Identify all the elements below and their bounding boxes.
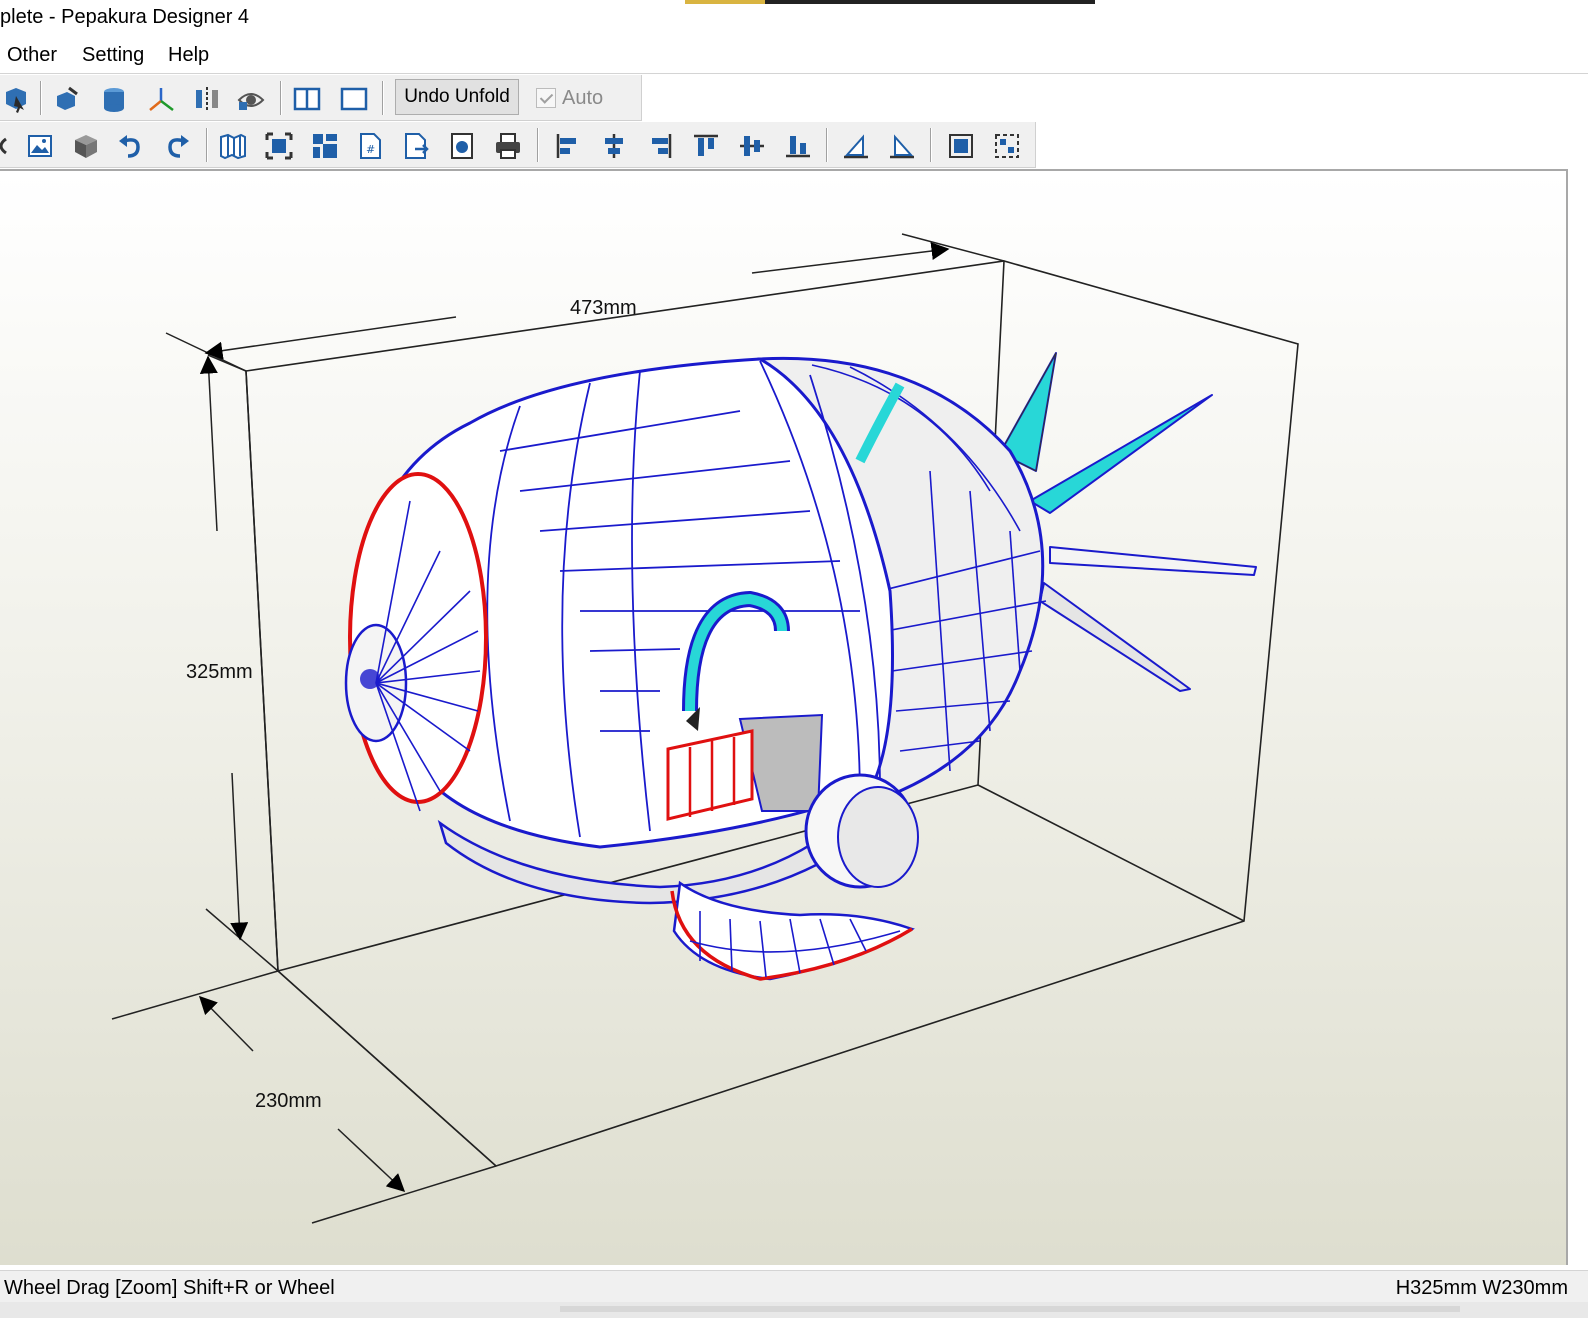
width-dimension-label: 473mm <box>570 297 637 319</box>
window-title: plete - Pepakura Designer 4 <box>0 6 250 28</box>
box-icon[interactable] <box>69 129 103 163</box>
select-cursor-icon[interactable] <box>0 82 34 116</box>
depth-dimension-label: 230mm <box>255 1090 322 1112</box>
flip-right-icon[interactable] <box>885 129 919 163</box>
redo-icon[interactable] <box>160 129 194 163</box>
auto-checkbox[interactable]: Auto <box>536 85 603 111</box>
page-export-icon[interactable] <box>399 129 433 163</box>
height-dimension-label: 325mm <box>186 661 253 683</box>
toolbar-separator <box>280 81 282 115</box>
status-model-size: H325mm W230mm <box>1395 1277 1568 1299</box>
ungroup-icon[interactable] <box>990 129 1024 163</box>
toolbar-separator <box>382 81 384 115</box>
auto-checkbox-box[interactable] <box>536 88 556 108</box>
toolbar-primary: Undo Unfold Auto <box>0 75 642 121</box>
paint-bucket-icon[interactable] <box>49 82 83 116</box>
group-icon[interactable] <box>944 129 978 163</box>
svg-text:#: # <box>366 143 375 156</box>
toolbar-separator <box>206 128 208 162</box>
align-right-icon[interactable] <box>643 129 677 163</box>
align-top-icon[interactable] <box>689 129 723 163</box>
toolbar-separator <box>537 128 539 162</box>
mirror-icon[interactable] <box>190 82 224 116</box>
single-view-icon[interactable] <box>337 82 371 116</box>
3d-viewport[interactable]: 473mm 325mm 230mm <box>0 169 1568 1265</box>
status-scroll-area <box>0 1302 1588 1318</box>
status-hint-text: Wheel Drag [Zoom] Shift+R or Wheel <box>4 1277 335 1299</box>
menu-setting[interactable]: Setting <box>78 44 148 67</box>
model-canvas[interactable] <box>0 171 1568 1265</box>
visibility-eye-icon[interactable] <box>234 82 268 116</box>
partial-icon[interactable] <box>0 129 20 163</box>
align-left-icon[interactable] <box>551 129 585 163</box>
align-bottom-icon[interactable] <box>781 129 815 163</box>
snapshot-icon[interactable] <box>445 129 479 163</box>
fit-view-icon[interactable] <box>262 129 296 163</box>
unfold-map-icon[interactable] <box>216 129 250 163</box>
toolbar-separator <box>40 81 42 115</box>
toolbar-separator <box>826 128 828 162</box>
flip-left-icon[interactable] <box>839 129 873 163</box>
align-middle-vertical-icon[interactable] <box>735 129 769 163</box>
print-icon[interactable] <box>491 129 525 163</box>
toolbar-separator <box>930 128 932 162</box>
arrange-icon[interactable] <box>308 129 342 163</box>
papercraft-model[interactable] <box>344 352 1257 981</box>
cylinder-icon[interactable] <box>97 82 131 116</box>
undo-icon[interactable] <box>114 129 148 163</box>
undo-unfold-button[interactable]: Undo Unfold <box>395 79 519 115</box>
menu-help[interactable]: Help <box>164 44 213 67</box>
menu-bar: Other Setting Help <box>0 40 1588 74</box>
page-number-icon[interactable]: # <box>353 129 387 163</box>
title-bar: plete - Pepakura Designer 4 <box>0 0 1588 40</box>
auto-checkbox-label: Auto <box>562 86 604 109</box>
align-center-horizontal-icon[interactable] <box>597 129 631 163</box>
menu-other[interactable]: Other <box>3 44 61 67</box>
split-view-icon[interactable] <box>290 82 324 116</box>
texture-image-icon[interactable] <box>23 129 57 163</box>
axis-icon[interactable] <box>144 82 178 116</box>
title-accent-bar <box>685 0 1095 4</box>
toolbar-secondary: # <box>0 122 1036 168</box>
status-bar: Wheel Drag [Zoom] Shift+R or Wheel H325m… <box>0 1270 1588 1318</box>
